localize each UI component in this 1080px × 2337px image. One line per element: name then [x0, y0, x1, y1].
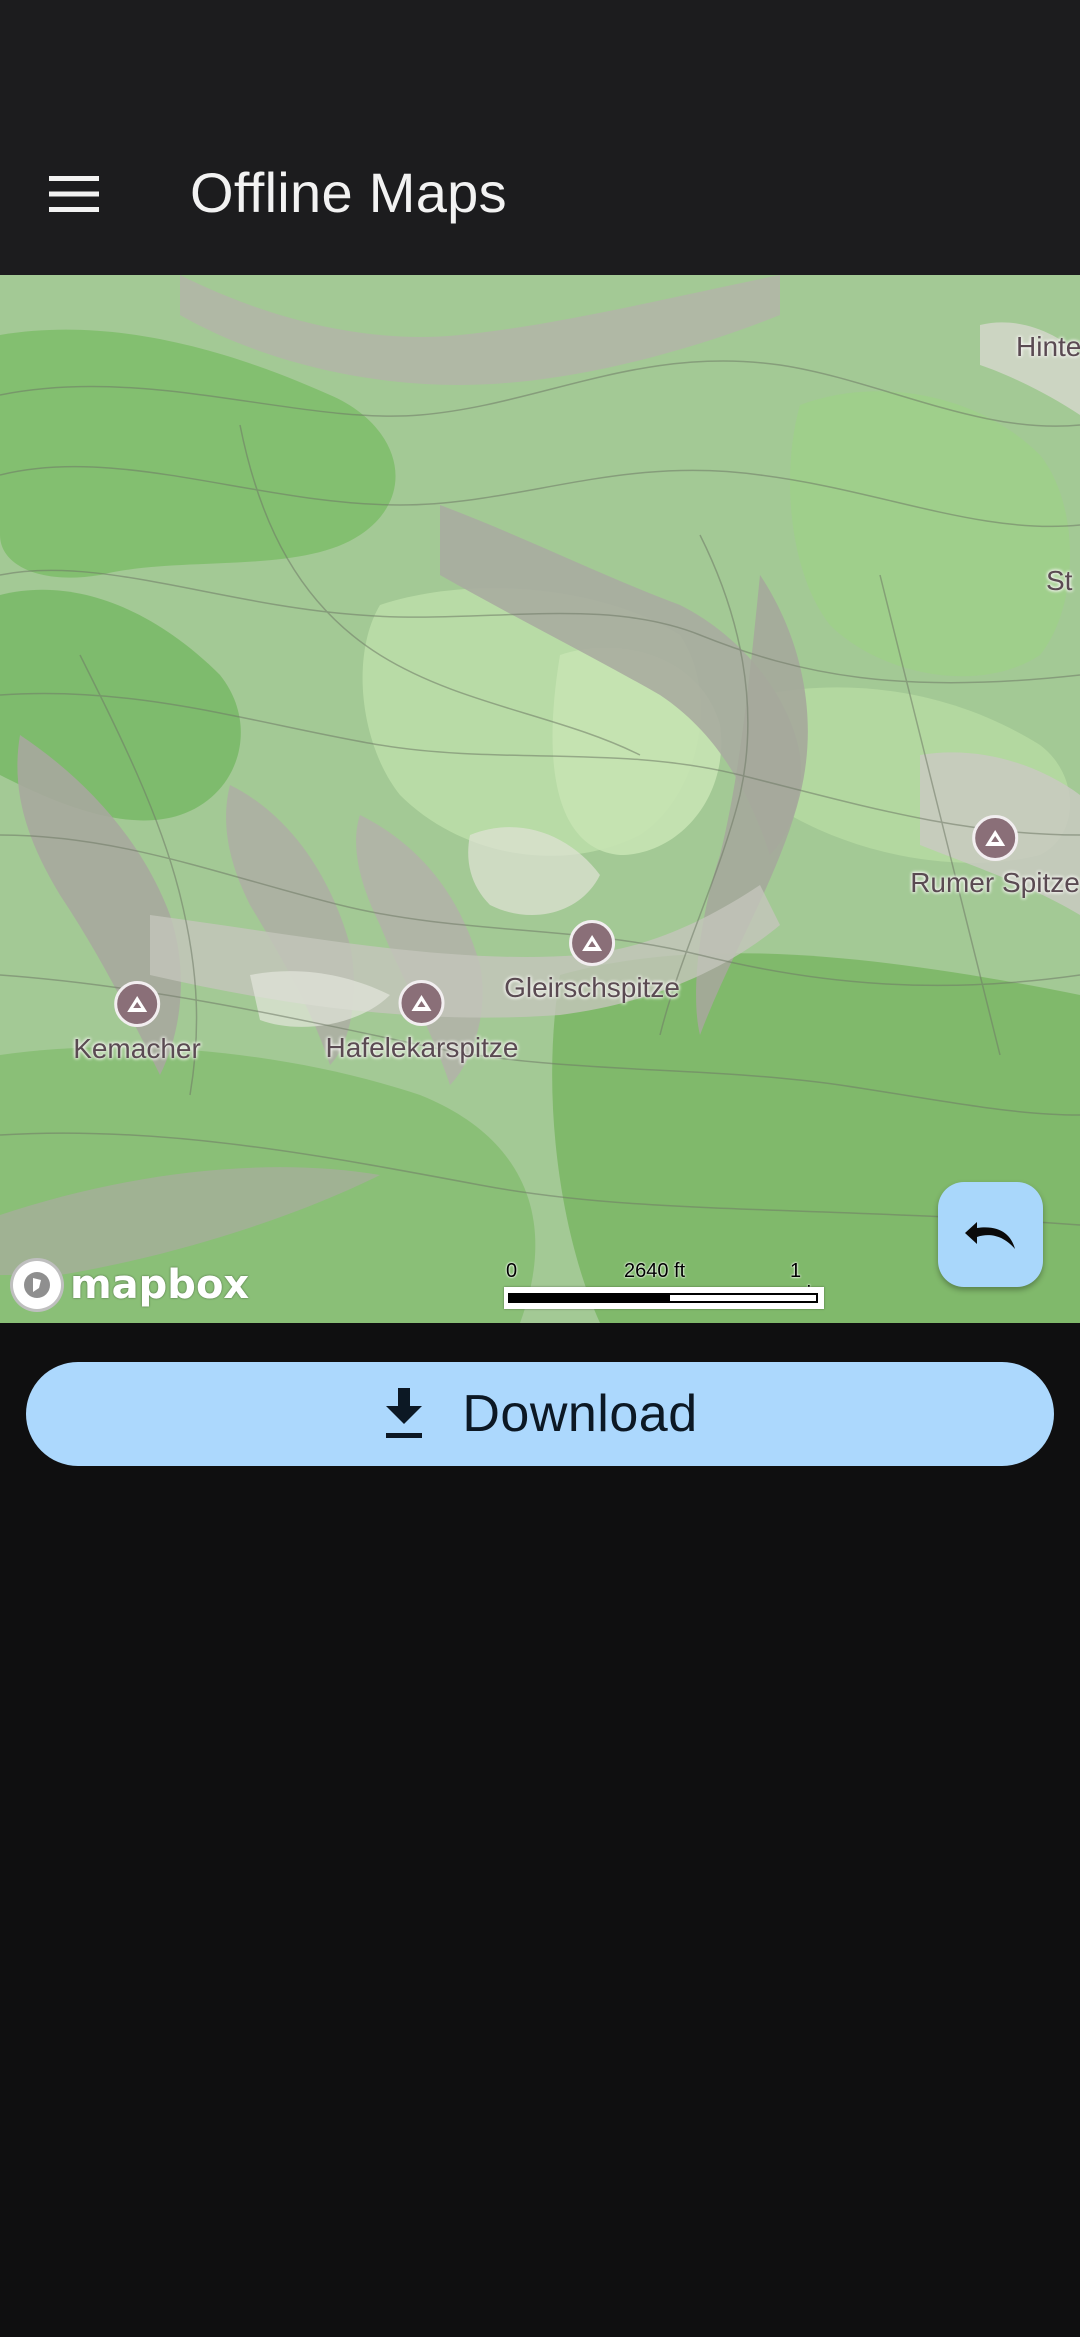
download-button[interactable]: Download [26, 1362, 1054, 1466]
place-label: St [1046, 565, 1073, 596]
mapbox-logo-icon [10, 1258, 64, 1312]
place-label: Hinte [1016, 331, 1080, 362]
peak-marker[interactable]: Kemacher [73, 981, 201, 1065]
mountain-icon [398, 980, 445, 1026]
menu-button[interactable] [28, 148, 120, 240]
peak-label: Hafelekarspitze [325, 1032, 519, 1063]
scale-bar: 0 2640 ft 1 mi [504, 1260, 824, 1310]
download-icon [386, 1388, 423, 1438]
page-title: Offline Maps [190, 161, 507, 224]
peak-label: Gleirschspitze [504, 972, 680, 1003]
scale-start-label: 0 [506, 1260, 518, 1282]
peak-marker[interactable]: Rumer Spitze [910, 815, 1080, 899]
peak-label: Rumer Spitze [910, 867, 1080, 898]
status-bar [0, 0, 1080, 110]
peak-label: Kemacher [73, 1033, 201, 1064]
terrain-map [0, 275, 1080, 1323]
scale-mid-label: 2640 ft [624, 1260, 686, 1282]
mountain-icon [114, 981, 160, 1027]
scale-line [504, 1287, 824, 1309]
download-label: Download [462, 1385, 698, 1443]
undo-button[interactable] [938, 1182, 1043, 1287]
app-bar: Offline Maps [0, 110, 1080, 275]
menu-icon [49, 176, 99, 212]
mountain-icon [569, 920, 615, 966]
peak-marker[interactable]: Gleirschspitze [504, 920, 680, 1004]
mapbox-wordmark: mapbox [70, 1262, 250, 1308]
map-view[interactable]: Gleirschspitze Rumer Spitze Kemacher Haf… [0, 275, 1080, 1323]
mountain-icon [972, 815, 1018, 861]
mapbox-logo[interactable]: mapbox [10, 1257, 249, 1313]
undo-icon [964, 1221, 1015, 1249]
peak-marker[interactable]: Hafelekarspitze [325, 980, 519, 1064]
